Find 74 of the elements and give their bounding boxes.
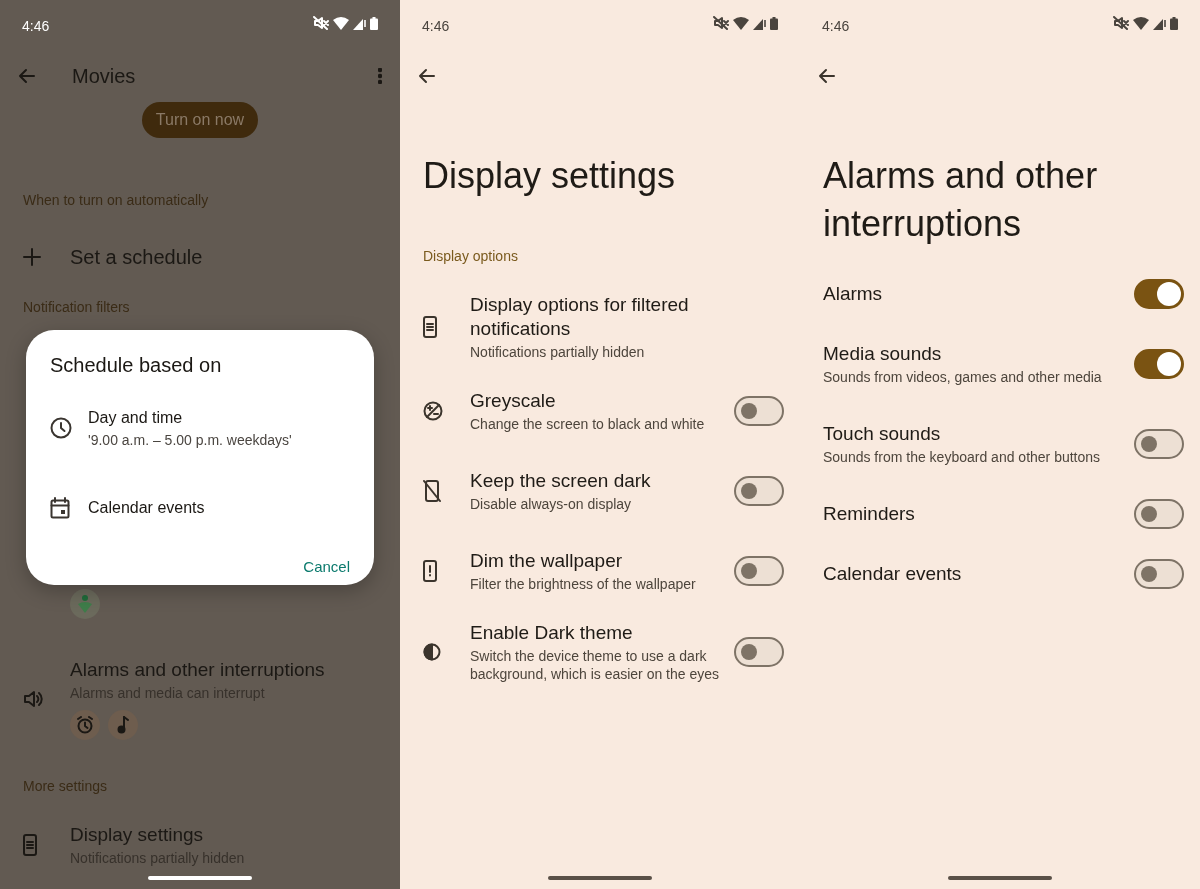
- navigation-handle[interactable]: [548, 876, 652, 880]
- toggle-switch[interactable]: [1134, 499, 1184, 529]
- more-options-icon[interactable]: [378, 68, 382, 84]
- setting-subtitle: Change the screen to black and white: [470, 415, 706, 433]
- setting-title: Set a schedule: [70, 245, 203, 269]
- people-avatar-icon: [70, 589, 100, 619]
- plus-icon: [23, 248, 41, 266]
- navigation-handle[interactable]: [948, 876, 1052, 880]
- setting-title: Alarms and other interruptions: [70, 658, 326, 682]
- muted-icon: [313, 16, 329, 30]
- back-arrow-icon[interactable]: [418, 67, 436, 85]
- setting-title: Media sounds: [823, 342, 943, 366]
- option-detail: '9.00 a.m. – 5.00 p.m. weekdays': [88, 430, 292, 450]
- calendar-icon: [50, 497, 70, 519]
- battery-icon: [370, 16, 378, 30]
- cancel-button[interactable]: Cancel: [303, 552, 350, 583]
- turn-on-button[interactable]: Turn on now: [141, 102, 259, 138]
- setting-title: Display options for filtered notifications: [470, 293, 690, 341]
- setting-title: Reminders: [823, 502, 916, 526]
- setting-subtitle: Sounds from the keyboard and other buttons: [823, 448, 1102, 466]
- setting-subtitle: Disable always-on display: [470, 495, 633, 513]
- setting-title: Touch sounds: [823, 422, 942, 446]
- setting-title: Dim the wallpaper: [470, 549, 624, 573]
- status-time: 4:46: [422, 17, 450, 36]
- setting-title: Calendar events: [823, 562, 963, 586]
- wifi-icon: [333, 16, 349, 30]
- dialog-title: Schedule based on: [50, 353, 223, 378]
- page-title: Alarms and other interruptions: [822, 154, 1099, 246]
- section-header: When to turn on automatically: [22, 191, 210, 210]
- setting-title: Greyscale: [470, 389, 557, 413]
- crossed-phone-icon: [423, 480, 441, 502]
- phone-icon: [23, 834, 37, 856]
- phone-icon: [423, 316, 437, 338]
- battery-icon: [770, 16, 778, 30]
- wifi-icon: [1133, 16, 1149, 30]
- alarm-clock-icon: [76, 716, 94, 734]
- muted-icon: [1113, 16, 1129, 30]
- toggle-switch[interactable]: [734, 637, 784, 667]
- toggle-switch[interactable]: [734, 396, 784, 426]
- toggle-switch[interactable]: [1134, 349, 1184, 379]
- setting-title: Keep the screen dark: [470, 469, 652, 493]
- setting-subtitle: Sounds from videos, games and other media: [823, 368, 1103, 386]
- section-header: More settings: [22, 777, 109, 796]
- wifi-icon: [733, 16, 749, 30]
- setting-title: Alarms: [823, 282, 884, 306]
- status-time: 4:46: [22, 17, 50, 36]
- clock-icon: [50, 417, 72, 439]
- muted-icon: [713, 16, 729, 30]
- toggle-switch[interactable]: [734, 476, 784, 506]
- navigation-handle[interactable]: [148, 876, 252, 880]
- music-note-icon: [117, 716, 129, 734]
- setting-subtitle: Notifications partially hidden: [470, 343, 646, 361]
- contrast-icon: [423, 643, 441, 661]
- toggle-switch[interactable]: [1134, 429, 1184, 459]
- toggle-switch[interactable]: [1134, 279, 1184, 309]
- setting-title: Enable Dark theme: [470, 621, 634, 645]
- battery-icon: [1170, 16, 1178, 30]
- status-time: 4:46: [822, 17, 850, 36]
- screen-title: Movies: [72, 64, 137, 89]
- setting-title: Display settings: [70, 823, 205, 847]
- setting-subtitle: Filter the brightness of the wallpaper: [470, 575, 697, 593]
- option-label[interactable]: Day and time: [88, 405, 292, 430]
- section-header: Display options: [422, 247, 519, 266]
- back-arrow-icon[interactable]: [818, 67, 836, 85]
- toggle-switch[interactable]: [734, 556, 784, 586]
- section-header: Notification filters: [22, 298, 131, 317]
- setting-subtitle: Switch the device theme to use a dark background, which is easier on the eyes: [470, 647, 721, 683]
- page-title: Display settings: [422, 154, 677, 198]
- setting-row[interactable]: Display options for filtered notifications Notifications partially hidden: [400, 283, 800, 371]
- toggle-switch[interactable]: [1134, 559, 1184, 589]
- contrast-circle-icon: [423, 401, 443, 421]
- phone-alert-icon: [423, 560, 437, 582]
- speaker-icon: [23, 690, 43, 708]
- option-label[interactable]: Calendar events: [88, 496, 205, 520]
